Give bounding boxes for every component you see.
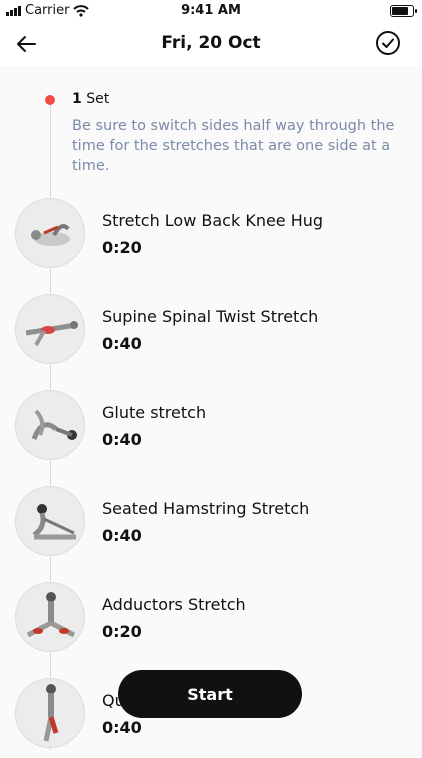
exercise-thumbnail [15, 678, 85, 748]
exercise-name: Adductors Stretch [102, 595, 246, 614]
seated-hamstring-figure-icon [32, 504, 76, 540]
set-note: Be sure to switch sides half way through… [72, 118, 395, 174]
exercise-duration: 0:40 [102, 334, 142, 353]
exercise-item[interactable]: Glute stretch 0:40 [0, 390, 422, 470]
page-title: Fri, 20 Oct [161, 33, 261, 53]
status-bar: Carrier 9:41 AM [0, 0, 422, 22]
exercise-duration: 0:20 [102, 238, 142, 257]
exercise-item[interactable]: Adductors Stretch 0:20 [0, 582, 422, 662]
exercise-name: Seated Hamstring Stretch [102, 499, 310, 518]
exercise-duration: 0:40 [102, 430, 142, 449]
exercise-thumbnail [15, 582, 85, 652]
check-circle-icon[interactable] [375, 30, 401, 56]
exercise-name: Glute stretch [102, 403, 207, 422]
set-dot [45, 95, 55, 105]
battery-fill [392, 7, 409, 15]
exercise-thumbnail [15, 390, 85, 460]
status-time: 9:41 AM [181, 3, 241, 18]
set-word: Set [86, 91, 110, 107]
exercise-item[interactable]: Stretch Low Back Knee Hug 0:20 [0, 198, 422, 278]
set-count: 1 [72, 91, 82, 107]
exercise-duration: 0:20 [102, 622, 142, 641]
adductors-figure-icon [26, 592, 76, 638]
exercise-thumbnail [15, 486, 85, 556]
spinal-twist-figure-icon [25, 321, 78, 346]
exercise-name: Supine Spinal Twist Stretch [102, 307, 319, 326]
set-label: 1 Set [72, 91, 109, 107]
exercise-item[interactable]: Supine Spinal Twist Stretch 0:40 [0, 294, 422, 374]
quad-stretch-figure-icon [43, 684, 59, 742]
exercise-duration: 0:40 [102, 526, 142, 545]
exercise-name: Stretch Low Back Knee Hug [102, 211, 324, 230]
battery-icon [390, 5, 417, 17]
exercise-thumbnail [15, 294, 85, 364]
glute-stretch-figure-icon [31, 409, 77, 440]
start-button[interactable]: Start [118, 670, 302, 718]
exercise-duration: 0:40 [102, 718, 142, 737]
nav-header: Fri, 20 Oct [0, 22, 422, 66]
knee-hug-figure-icon [31, 224, 70, 246]
exercise-thumbnail [15, 198, 85, 268]
exercise-item[interactable]: Seated Hamstring Stretch 0:40 [0, 486, 422, 566]
